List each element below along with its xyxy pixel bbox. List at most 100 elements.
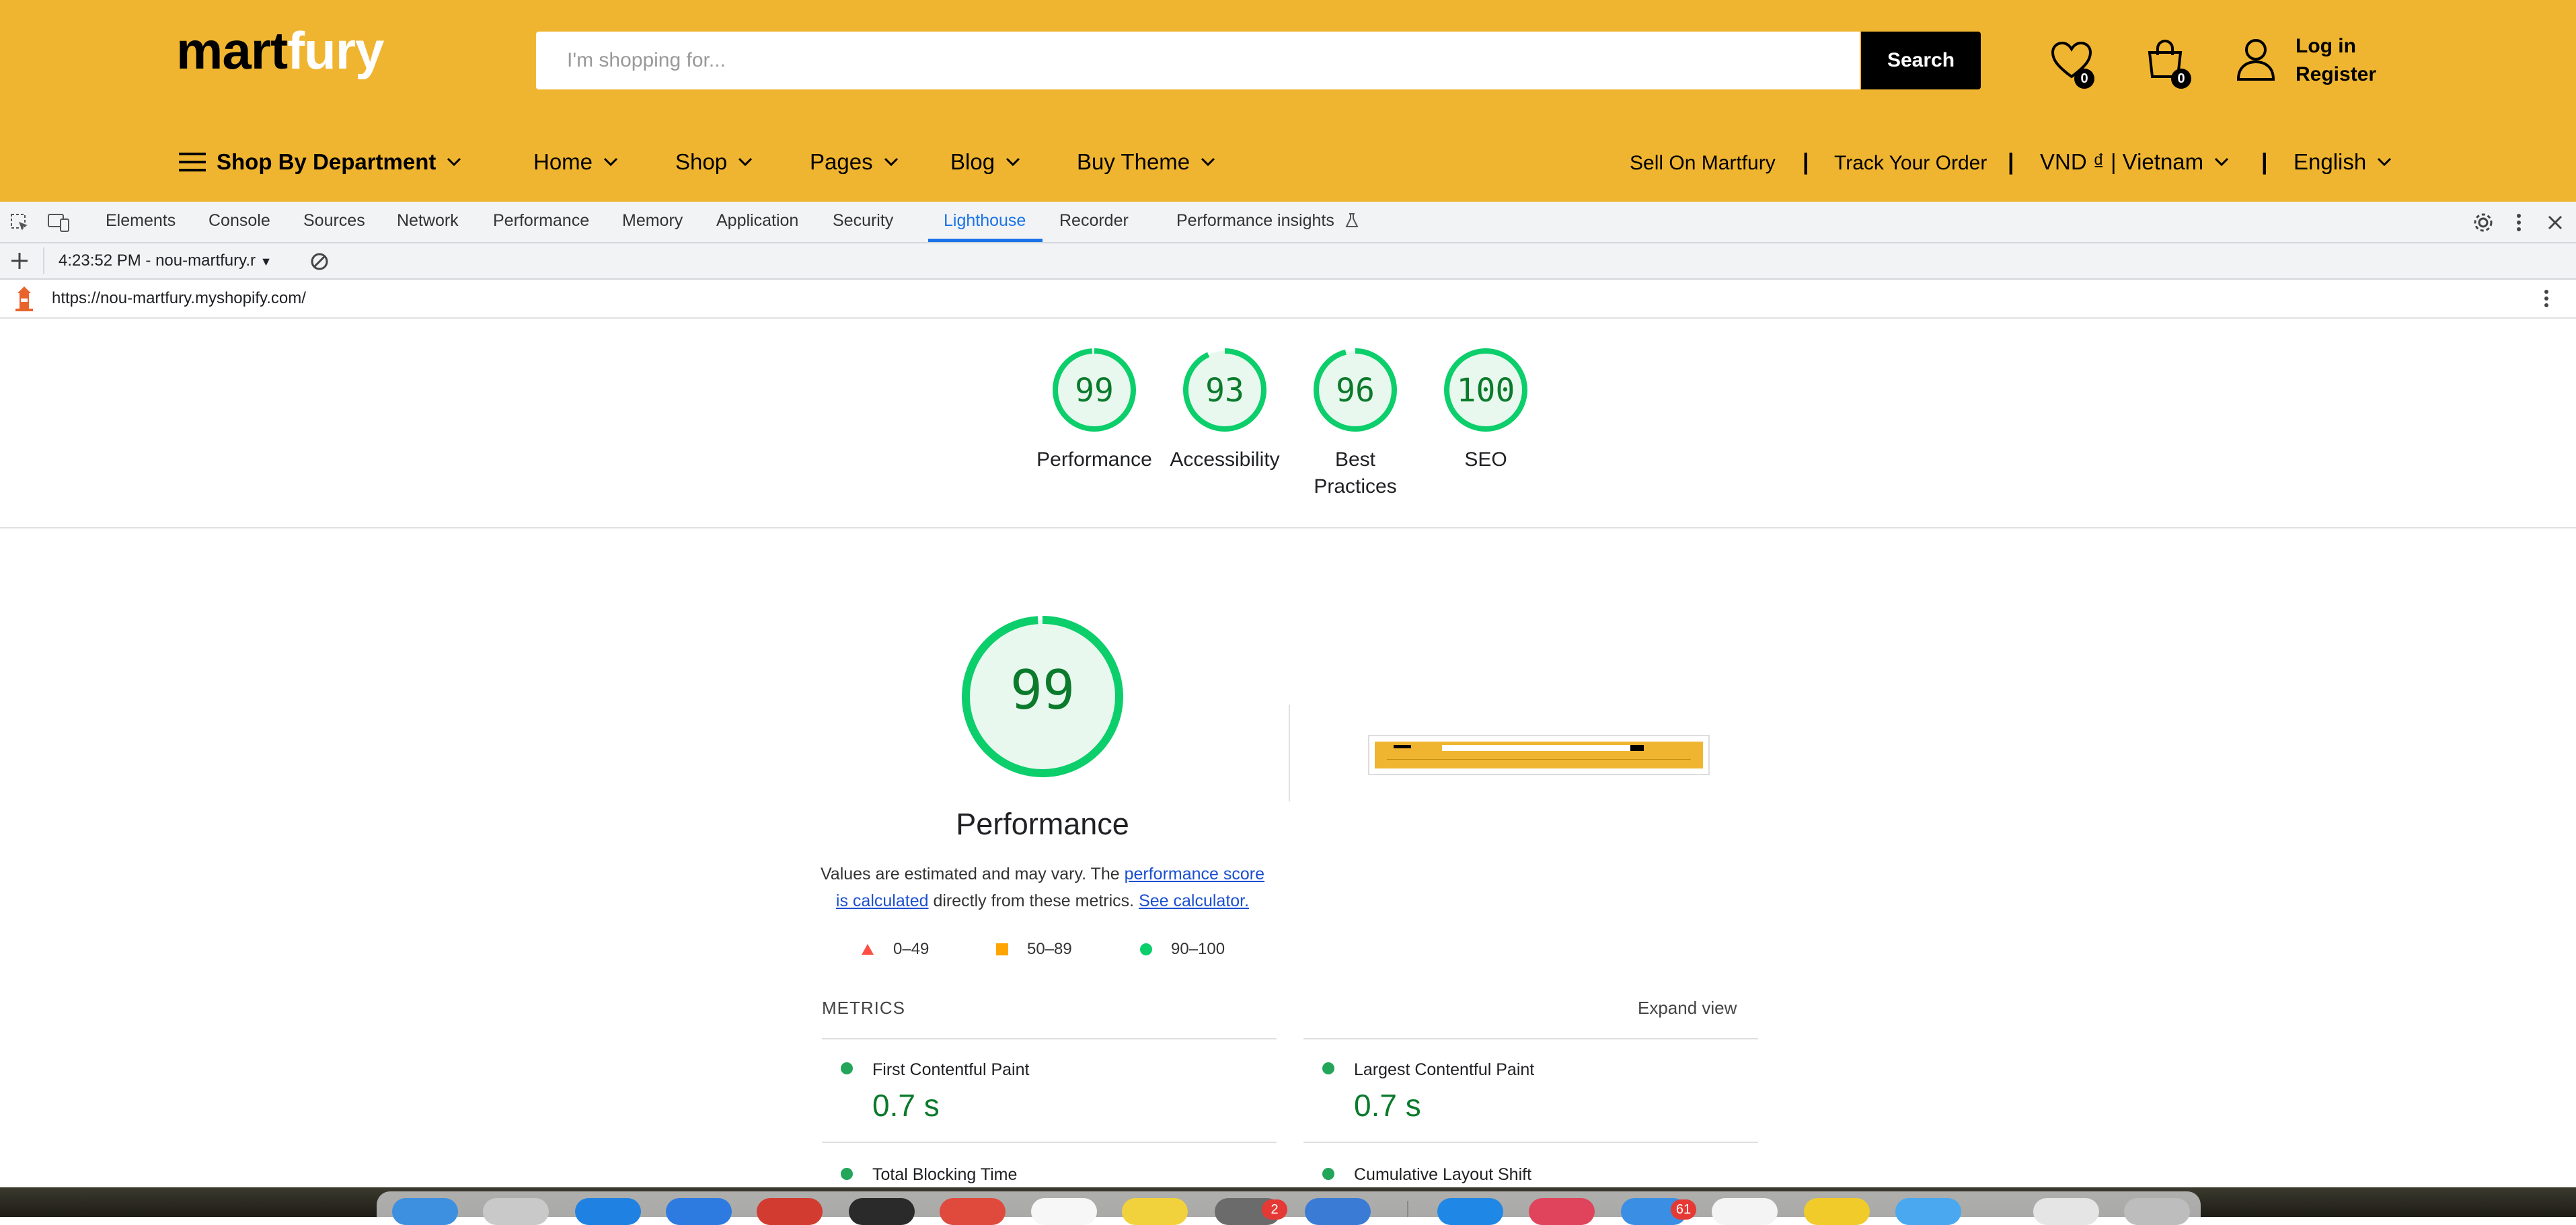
calendar-app-icon[interactable]	[940, 1198, 1006, 1225]
nav-home[interactable]: Home	[533, 149, 618, 175]
best-practices-gauge[interactable]: 96	[1312, 346, 1399, 434]
chevron-down-icon	[2378, 157, 2392, 167]
wishlist-button[interactable]: 0	[2050, 40, 2094, 89]
currency-label: VND ₫ | Vietnam	[2040, 149, 2204, 174]
legend-fail: 0–49	[861, 940, 929, 959]
more-vert-icon[interactable]	[2514, 212, 2524, 233]
plus-icon[interactable]	[9, 251, 30, 271]
music-app-icon[interactable]	[1529, 1198, 1595, 1225]
preview-app-icon[interactable]	[1305, 1198, 1371, 1225]
accessibility-gauge[interactable]: 93	[1181, 346, 1268, 434]
section-divider	[0, 527, 2576, 528]
report-selector-label: 4:23:52 PM - nou-martfury.r	[59, 251, 256, 270]
pass-status-icon	[841, 1168, 853, 1180]
register-link[interactable]: Register	[2296, 61, 2376, 89]
cart-button[interactable]: 0	[2144, 39, 2191, 89]
see-calculator-link[interactable]: See calculator.	[1139, 892, 1249, 910]
hamburger-icon	[179, 153, 206, 171]
chevron-down-icon	[1201, 157, 1215, 167]
metric-divider	[822, 1038, 1277, 1039]
nav-label: Pages	[810, 149, 873, 174]
performance-title: Performance	[956, 807, 1129, 841]
nav-separator: |	[2008, 149, 2014, 175]
safari-app-icon[interactable]	[666, 1198, 732, 1225]
close-icon[interactable]	[2546, 214, 2564, 231]
chevron-down-icon	[603, 157, 618, 167]
reminders-app-icon[interactable]	[1031, 1198, 1097, 1225]
more-vert-icon[interactable]	[2542, 288, 2551, 309]
folder-app-icon[interactable]	[1804, 1198, 1870, 1225]
seo-gauge[interactable]: 100	[1442, 346, 1529, 434]
site-logo[interactable]: martfury	[176, 20, 384, 81]
metric-value: 0.7 s	[872, 1088, 940, 1123]
tab-performance[interactable]: Performance	[493, 211, 589, 231]
chevron-down-icon	[1006, 157, 1020, 167]
finder-app-icon[interactable]	[392, 1198, 458, 1225]
pass-circle-icon	[1140, 943, 1152, 955]
nav-separator: |	[2261, 149, 2268, 175]
metric-divider	[822, 1142, 1277, 1143]
wishlist-count-badge: 0	[2074, 69, 2094, 89]
user-icon	[2236, 39, 2275, 81]
tab-memory[interactable]: Memory	[622, 211, 683, 231]
drive-app-icon[interactable]	[1895, 1198, 1961, 1225]
tab-security[interactable]: Security	[833, 211, 893, 231]
gauge-score: 96	[1336, 372, 1375, 409]
language-selector[interactable]: English	[2294, 149, 2392, 175]
report-url[interactable]: https://nou-martfury.myshopify.com/	[52, 289, 306, 308]
search-button[interactable]: Search	[1861, 32, 1981, 89]
notes-app-icon[interactable]	[1122, 1198, 1188, 1225]
chrome-app-icon[interactable]	[757, 1198, 823, 1225]
app-store-icon[interactable]	[575, 1198, 641, 1225]
account-button[interactable]	[2234, 36, 2277, 85]
currency-selector[interactable]: VND ₫ | Vietnam	[2040, 149, 2229, 175]
login-link[interactable]: Log in	[2296, 32, 2376, 61]
track-order-link[interactable]: Track Your Order	[1834, 152, 1987, 175]
department-label: Shop By Department	[217, 149, 437, 174]
report-selector[interactable]: 4:23:52 PM - nou-martfury.r ▼	[59, 251, 272, 270]
legend-average: 50–89	[996, 940, 1072, 959]
terminal-app-icon[interactable]	[849, 1198, 915, 1225]
performance-gauge[interactable]: 99	[1051, 346, 1138, 434]
trash-app-icon[interactable]	[2124, 1198, 2190, 1225]
language-label: English	[2294, 149, 2367, 174]
inspect-icon[interactable]	[9, 212, 30, 233]
gauge-label-line: Practices	[1314, 475, 1397, 498]
nav-label: Shop	[675, 149, 728, 174]
expand-view-toggle[interactable]: Expand view	[1638, 998, 1737, 1019]
messenger-app-icon[interactable]	[1437, 1198, 1503, 1225]
metric-name: Largest Contentful Paint	[1354, 1060, 1535, 1079]
account-links: Log in Register	[2296, 32, 2376, 89]
docs-app-icon[interactable]	[1712, 1198, 1778, 1225]
tab-network[interactable]: Network	[397, 211, 459, 231]
metrics-heading: METRICS	[822, 998, 905, 1018]
final-screenshot-thumbnail[interactable]	[1368, 735, 1710, 775]
nav-label: Blog	[950, 149, 995, 174]
tab-performance-insights[interactable]: Performance insights	[1176, 211, 1359, 231]
tab-sources[interactable]: Sources	[303, 211, 365, 231]
report-url-bar: https://nou-martfury.myshopify.com/	[0, 280, 2576, 319]
device-toggle-icon[interactable]	[47, 212, 70, 233]
shop-by-department-menu[interactable]: Shop By Department	[179, 149, 461, 175]
nav-pages[interactable]: Pages	[810, 149, 899, 175]
vertical-divider	[1289, 705, 1290, 801]
nav-blog[interactable]: Blog	[950, 149, 1020, 175]
gauge-label-line: Best	[1334, 448, 1376, 471]
tab-elements[interactable]: Elements	[106, 211, 176, 231]
gauge-label-performance: Performance	[1036, 448, 1152, 471]
search-box	[536, 32, 1860, 89]
nav-shop[interactable]: Shop	[675, 149, 753, 175]
tab-lighthouse[interactable]: Lighthouse	[944, 211, 1026, 231]
tab-console[interactable]: Console	[209, 211, 270, 231]
gauge-score: 99	[1075, 372, 1114, 409]
nav-buy-theme[interactable]: Buy Theme	[1077, 149, 1215, 175]
search-input[interactable]	[536, 32, 1860, 89]
launchpad-app-icon[interactable]	[483, 1198, 549, 1225]
downloads-app-icon[interactable]	[2033, 1198, 2099, 1225]
sell-on-martfury-link[interactable]: Sell On Martfury	[1630, 152, 1776, 175]
nav-separator: |	[1803, 149, 1809, 175]
tab-application[interactable]: Application	[716, 211, 798, 231]
tab-recorder[interactable]: Recorder	[1059, 211, 1129, 231]
clear-icon[interactable]	[309, 251, 330, 272]
settings-gear-icon[interactable]	[2472, 212, 2494, 233]
